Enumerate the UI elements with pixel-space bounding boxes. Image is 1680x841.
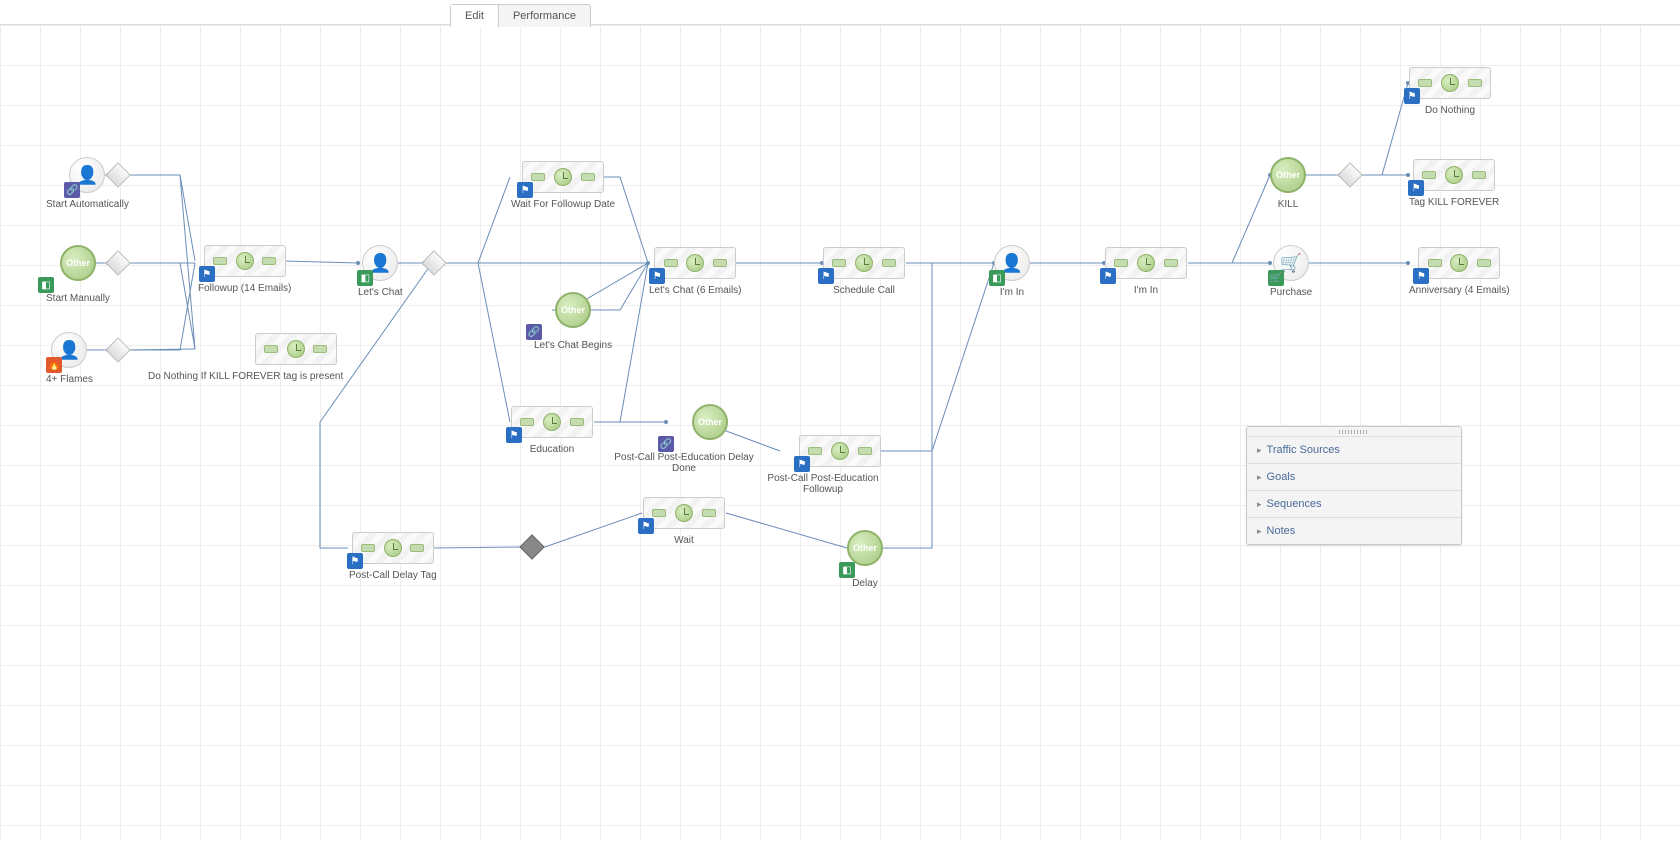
- flag-icon: ⚑: [517, 182, 533, 198]
- clock-icon: [1137, 254, 1155, 272]
- seq-followup-14[interactable]: ⚑ Followup (14 Emails): [198, 245, 291, 294]
- label: Purchase: [1270, 287, 1312, 298]
- panel-goals[interactable]: Goals: [1247, 464, 1461, 491]
- goal-lets-chat-begins[interactable]: Other 🔗 Let's Chat Begins: [534, 292, 612, 351]
- menu-icon: ◧: [989, 270, 1005, 286]
- decision-1[interactable]: [109, 166, 127, 184]
- seq-wait-followup[interactable]: ⚑ Wait For Followup Date: [511, 161, 615, 210]
- seq-post-call-delay[interactable]: ⚑ Post-Call Delay Tag: [349, 532, 437, 581]
- seq-wait[interactable]: ⚑ Wait: [643, 497, 725, 546]
- seq-tag-kill[interactable]: ⚑ Tag KILL FOREVER: [1409, 159, 1499, 208]
- decision-2[interactable]: [109, 254, 127, 272]
- label: KILL: [1270, 199, 1306, 210]
- label: Let's Chat (6 Emails): [649, 285, 742, 296]
- label: Education: [511, 444, 593, 455]
- seq-schedule-call[interactable]: ⚑ Schedule Call: [823, 247, 905, 296]
- label: Schedule Call: [823, 285, 905, 296]
- clock-icon: [686, 254, 704, 272]
- flag-icon: ⚑: [1413, 268, 1429, 284]
- label: Post-Call Post-Education Delay Done: [614, 452, 754, 474]
- other-icon: Other: [847, 530, 883, 566]
- goal-purchase[interactable]: 🛒🛒 Purchase: [1270, 245, 1312, 298]
- label: Followup (14 Emails): [198, 283, 291, 294]
- clock-icon: [1450, 254, 1468, 272]
- label: 4+ Flames: [46, 374, 93, 385]
- flag-icon: ⚑: [347, 553, 363, 569]
- tab-bar: Edit Performance: [450, 4, 591, 27]
- menu-icon: ◧: [839, 562, 855, 578]
- clock-icon: [1441, 74, 1459, 92]
- other-icon: Other: [692, 404, 728, 440]
- goal-edu-done[interactable]: Other 🔗 Post-Call Post-Education Delay D…: [666, 404, 754, 474]
- flag-icon: ⚑: [1404, 88, 1420, 104]
- cart-badge-icon: 🛒: [1268, 270, 1284, 286]
- decision-3[interactable]: [109, 341, 127, 359]
- clock-icon: [855, 254, 873, 272]
- menu-icon: ◧: [38, 277, 54, 293]
- label: Do Nothing If KILL FOREVER tag is presen…: [148, 371, 343, 382]
- seq-education[interactable]: ⚑ Education: [511, 406, 593, 455]
- clock-icon: [831, 442, 849, 460]
- other-icon: Other: [555, 292, 591, 328]
- label: Post-Call Post-Education Followup: [748, 473, 898, 495]
- link-icon: 🔗: [658, 436, 674, 452]
- seq-anniversary[interactable]: ⚑ Anniversary (4 Emails): [1409, 247, 1510, 296]
- flag-icon: ⚑: [818, 268, 834, 284]
- clock-icon: [554, 168, 572, 186]
- panel-notes[interactable]: Notes: [1247, 518, 1461, 544]
- decision-kill[interactable]: [1341, 166, 1359, 184]
- label: I'm In: [1105, 285, 1187, 296]
- seq-do-nothing[interactable]: ⚑ Do Nothing: [1409, 67, 1491, 116]
- label: Let's Chat Begins: [534, 340, 612, 351]
- seq-donothing-kill[interactable]: Do Nothing If KILL FOREVER tag is presen…: [198, 333, 393, 382]
- label: Start Manually: [46, 293, 110, 304]
- panel-sequences[interactable]: Sequences: [1247, 491, 1461, 518]
- label: Wait For Followup Date: [511, 199, 615, 210]
- flag-icon: ⚑: [638, 518, 654, 534]
- clock-icon: [287, 340, 305, 358]
- clock-icon: [675, 504, 693, 522]
- panel-grip[interactable]: [1247, 427, 1461, 437]
- label: Let's Chat: [358, 287, 403, 298]
- flag-icon: ⚑: [199, 266, 215, 282]
- flag-icon: ⚑: [649, 268, 665, 284]
- flag-icon: ⚑: [506, 427, 522, 443]
- label: Wait: [643, 535, 725, 546]
- tab-performance[interactable]: Performance: [499, 5, 590, 27]
- other-icon: Other: [1270, 157, 1306, 193]
- flag-icon: ⚑: [1100, 268, 1116, 284]
- label: Delay: [847, 578, 883, 589]
- clock-icon: [384, 539, 402, 557]
- decision-delay[interactable]: [523, 538, 541, 556]
- seq-edu-followup[interactable]: ⚑ Post-Call Post-Education Followup: [782, 435, 898, 495]
- panel-traffic-sources[interactable]: Traffic Sources: [1247, 437, 1461, 464]
- label: I'm In: [994, 287, 1030, 298]
- flag-icon: ⚑: [1408, 180, 1424, 196]
- clock-icon: [236, 252, 254, 270]
- goal-kill[interactable]: Other KILL: [1270, 157, 1306, 210]
- goal-flames[interactable]: 👤🔥 4+ Flames: [46, 332, 93, 385]
- goal-lets-chat[interactable]: 👤◧ Let's Chat: [358, 245, 403, 298]
- menu-icon: ◧: [357, 270, 373, 286]
- label: Post-Call Delay Tag: [349, 570, 437, 581]
- link-icon: 🔗: [64, 182, 80, 198]
- goal-im-in[interactable]: 👤◧ I'm In: [994, 245, 1030, 298]
- goal-start-manual[interactable]: Other ◧ Start Manually: [46, 245, 110, 304]
- goal-delay[interactable]: Other ◧ Delay: [847, 530, 883, 589]
- label: Do Nothing: [1409, 105, 1491, 116]
- flame-icon: 🔥: [46, 357, 62, 373]
- link-icon: 🔗: [526, 324, 542, 340]
- seq-im-in[interactable]: ⚑ I'm In: [1105, 247, 1187, 296]
- label: Anniversary (4 Emails): [1409, 285, 1510, 296]
- flag-icon: ⚑: [794, 456, 810, 472]
- tools-panel[interactable]: Traffic Sources Goals Sequences Notes: [1246, 426, 1462, 545]
- clock-icon: [1445, 166, 1463, 184]
- tab-edit[interactable]: Edit: [451, 5, 499, 27]
- decision-lets-chat[interactable]: [425, 254, 443, 272]
- seq-lets-chat-6[interactable]: ⚑ Let's Chat (6 Emails): [649, 247, 742, 296]
- other-icon: Other: [60, 245, 96, 281]
- label: Tag KILL FOREVER: [1409, 197, 1499, 208]
- label: Start Automatically: [46, 199, 129, 210]
- clock-icon: [543, 413, 561, 431]
